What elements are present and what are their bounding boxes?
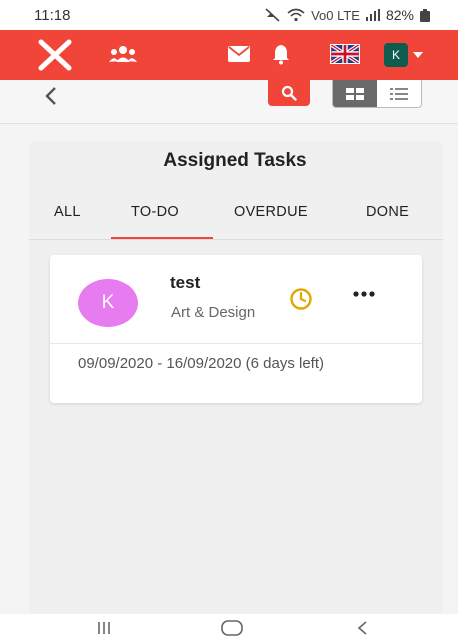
mute-icon bbox=[265, 8, 280, 22]
logo-x-icon[interactable] bbox=[38, 39, 72, 71]
battery-icon bbox=[420, 8, 430, 22]
search-button[interactable] bbox=[268, 80, 310, 106]
recent-apps-icon[interactable] bbox=[96, 620, 112, 636]
wifi-icon bbox=[287, 8, 305, 22]
team-icon[interactable] bbox=[108, 44, 138, 64]
app-header: K bbox=[0, 30, 458, 80]
tab-to-do[interactable]: TO-DO bbox=[131, 204, 179, 220]
user-avatar[interactable]: K bbox=[384, 43, 408, 67]
battery-percent: 82% bbox=[385, 7, 414, 23]
active-tab-indicator bbox=[111, 237, 213, 239]
tab-all[interactable]: ALL bbox=[54, 204, 81, 220]
view-toggle bbox=[332, 80, 422, 108]
toolbar bbox=[0, 80, 458, 124]
more-options-icon[interactable] bbox=[353, 291, 375, 297]
status-indicators: Vo0 LTE 82% bbox=[265, 7, 430, 23]
mail-icon[interactable] bbox=[228, 46, 250, 62]
page-title: Assigned Tasks bbox=[163, 150, 307, 171]
back-chevron-icon[interactable] bbox=[44, 86, 58, 106]
search-icon bbox=[281, 85, 297, 101]
task-tabs: ALL TO-DO OVERDUE DONE bbox=[29, 200, 443, 240]
tab-overdue[interactable]: OVERDUE bbox=[234, 204, 308, 220]
task-avatar: K bbox=[78, 279, 138, 327]
task-card[interactable]: K test Art & Design 09/09/2020 - 16/09/2… bbox=[50, 255, 422, 403]
system-nav-bar bbox=[0, 614, 458, 644]
grid-view-button[interactable] bbox=[333, 80, 377, 107]
bell-icon[interactable] bbox=[272, 43, 290, 65]
task-title[interactable]: test bbox=[170, 273, 200, 293]
home-icon[interactable] bbox=[221, 620, 243, 636]
status-time: 11:18 bbox=[34, 6, 71, 24]
list-view-icon bbox=[390, 87, 408, 100]
tab-done[interactable]: DONE bbox=[366, 204, 409, 220]
back-icon[interactable] bbox=[356, 620, 368, 636]
clock-icon bbox=[290, 288, 312, 310]
network-type-label: Vo0 LTE bbox=[311, 7, 360, 23]
task-date-range: 09/09/2020 - 16/09/2020 (6 days left) bbox=[78, 355, 325, 372]
uk-flag-icon[interactable] bbox=[330, 44, 360, 64]
status-bar: 11:18 Vo0 LTE 82% bbox=[0, 0, 458, 30]
task-category: Art & Design bbox=[171, 304, 256, 321]
grid-view-icon bbox=[346, 87, 364, 100]
list-view-button[interactable] bbox=[377, 80, 421, 107]
signal-icon bbox=[365, 9, 380, 21]
caret-down-icon[interactable] bbox=[413, 52, 423, 58]
card-divider bbox=[50, 343, 422, 344]
